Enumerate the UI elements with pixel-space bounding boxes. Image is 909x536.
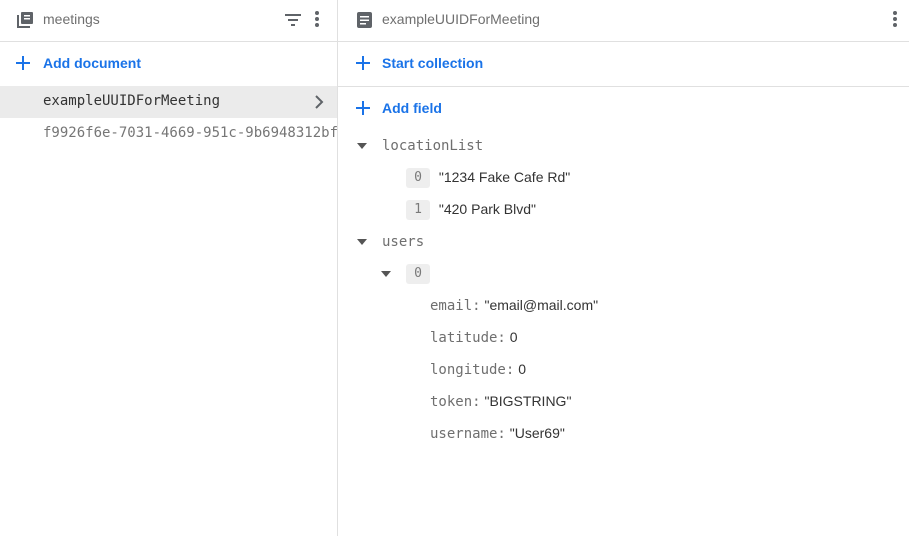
- array-item[interactable]: 1 "420 Park Blvd": [406, 200, 536, 220]
- array-index-badge: 0: [406, 168, 430, 188]
- field-value: "User69": [509, 425, 565, 441]
- field-value: 0: [518, 361, 526, 377]
- map-entry-username[interactable]: username: "User69": [430, 425, 565, 442]
- expand-triangle-icon[interactable]: [381, 271, 391, 277]
- expand-triangle-icon[interactable]: [357, 143, 367, 149]
- collection-title: meetings: [43, 11, 100, 27]
- start-collection-button[interactable]: Start collection: [338, 42, 909, 87]
- add-document-label: Add document: [43, 55, 141, 71]
- add-field-label: Add field: [382, 100, 442, 116]
- field-value: 0: [509, 329, 518, 345]
- collection-header: meetings: [0, 0, 337, 42]
- more-vert-icon[interactable]: [313, 10, 321, 30]
- filter-icon[interactable]: [284, 12, 302, 28]
- collection-panel: meetings Add document exampleUUIDForMeet…: [0, 0, 338, 536]
- expand-triangle-icon[interactable]: [357, 239, 367, 245]
- add-icon: [356, 101, 370, 115]
- array-item[interactable]: 0: [406, 264, 430, 284]
- array-value: "420 Park Blvd": [438, 200, 536, 217]
- field-key: username:: [430, 426, 506, 442]
- start-collection-label: Start collection: [382, 55, 484, 71]
- map-entry-email[interactable]: email: "email@mail.com": [430, 297, 598, 314]
- document-list-item[interactable]: f9926f6e-7031-4669-951c-9b6948312bf: [0, 118, 337, 150]
- document-id: exampleUUIDForMeeting: [43, 93, 221, 109]
- field-key: email:: [430, 298, 481, 314]
- document-panel: exampleUUIDForMeeting Start collection A…: [338, 0, 909, 536]
- field-key: longitude:: [430, 362, 515, 378]
- field-users[interactable]: users: [382, 234, 424, 250]
- document-list-item[interactable]: exampleUUIDForMeeting: [0, 86, 337, 118]
- add-document-button[interactable]: Add document: [0, 42, 337, 86]
- field-key: locationList: [382, 138, 484, 154]
- array-value: "1234 Fake Cafe Rd": [438, 168, 571, 185]
- field-value: "email@mail.com": [484, 297, 599, 313]
- map-entry-longitude[interactable]: longitude: 0: [430, 361, 526, 378]
- array-index-badge: 1: [406, 200, 430, 220]
- array-index-badge: 0: [406, 264, 430, 284]
- field-locationList[interactable]: locationList: [382, 138, 483, 154]
- more-vert-icon[interactable]: [891, 10, 899, 30]
- add-icon: [356, 56, 370, 70]
- document-header: exampleUUIDForMeeting: [338, 0, 909, 42]
- chevron-right-icon: [315, 95, 324, 109]
- field-key: users: [382, 234, 425, 250]
- collection-icon: [17, 12, 33, 28]
- document-icon: [357, 12, 372, 28]
- map-entry-latitude[interactable]: latitude: 0: [430, 329, 518, 346]
- field-key: token:: [430, 394, 481, 410]
- array-item[interactable]: 0 "1234 Fake Cafe Rd": [406, 168, 570, 188]
- add-field-button[interactable]: Add field: [338, 87, 909, 131]
- document-title: exampleUUIDForMeeting: [382, 11, 540, 27]
- add-icon: [16, 56, 30, 70]
- map-entry-token[interactable]: token: "BIGSTRING": [430, 393, 571, 410]
- field-key: latitude:: [430, 330, 506, 346]
- field-value: "BIGSTRING": [484, 393, 572, 409]
- document-id: f9926f6e-7031-4669-951c-9b6948312bf: [43, 125, 337, 141]
